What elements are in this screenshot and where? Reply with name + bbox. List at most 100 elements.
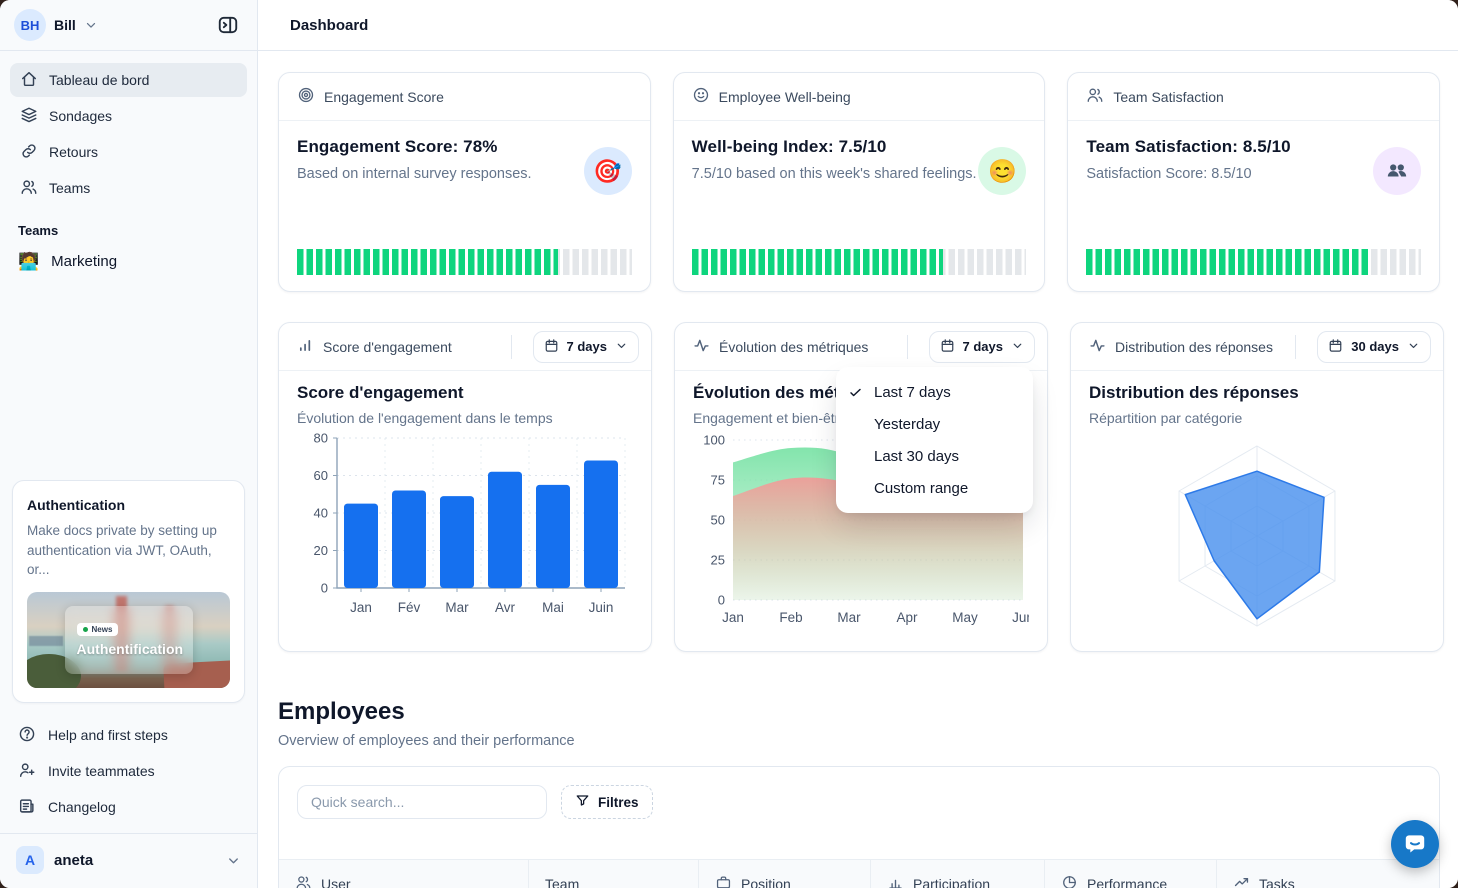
- stat-cards-row: Engagement Score Engagement Score: 78% B…: [278, 72, 1440, 292]
- chart-subtitle: Évolution de l'engagement dans le temps: [297, 410, 633, 426]
- users-icon: [20, 178, 38, 199]
- stat-subtitle: Satisfaction Score: 8.5/10: [1086, 166, 1421, 182]
- range-selector-button[interactable]: 7 days: [929, 331, 1035, 363]
- card-body: Engagement Score: 78% Based on internal …: [279, 121, 650, 291]
- progress-bar: [297, 249, 632, 275]
- card-header-label: Distribution des réponses: [1115, 339, 1273, 355]
- smile-emoji-badge: 😊: [978, 147, 1026, 195]
- menu-item-last-7-days[interactable]: Last 7 days: [836, 376, 1033, 408]
- filters-button[interactable]: Filtres: [561, 785, 653, 819]
- svg-text:25: 25: [711, 553, 725, 568]
- card-body: Team Satisfaction: 8.5/10 Satisfaction S…: [1068, 121, 1439, 291]
- sidebar-item-surveys[interactable]: Sondages: [10, 99, 247, 133]
- check-icon: [848, 385, 874, 400]
- card-body: Distribution des réponses Répartition pa…: [1071, 371, 1443, 640]
- svg-text:Juin: Juin: [589, 600, 614, 615]
- column-header-user: User: [279, 860, 529, 888]
- divider: [1295, 335, 1296, 359]
- chat-widget-button[interactable]: [1391, 820, 1439, 868]
- home-icon: [20, 70, 38, 91]
- column-header-position: Position: [699, 860, 871, 888]
- workspace-avatar: BH: [14, 9, 46, 41]
- sidebar-link-label: Invite teammates: [48, 763, 155, 779]
- search-input[interactable]: [297, 785, 547, 819]
- technologist-emoji-icon: 🧑‍💻: [18, 253, 39, 270]
- trending-up-icon: [1233, 874, 1250, 888]
- svg-text:60: 60: [314, 468, 328, 483]
- card-header: Employee Well-being: [674, 73, 1045, 121]
- stat-subtitle: Based on internal survey responses.: [297, 166, 632, 182]
- sidebar-item-label: Sondages: [49, 108, 112, 124]
- card-header: Distribution des réponses 30 days: [1071, 323, 1443, 371]
- sidebar-item-label: Retours: [49, 144, 98, 160]
- link-icon: [20, 142, 38, 163]
- svg-text:Mai: Mai: [542, 600, 564, 615]
- svg-text:0: 0: [718, 593, 725, 608]
- app-window: BH Bill Tableau de bord Sondages Retours: [0, 0, 1458, 888]
- svg-text:Jun: Jun: [1012, 610, 1029, 625]
- range-dropdown-menu: Last 7 days Yesterday Last 30 days Custo…: [836, 367, 1033, 513]
- range-selector-button[interactable]: 7 days: [533, 331, 639, 363]
- menu-item-last-30-days[interactable]: Last 30 days: [836, 440, 1033, 472]
- svg-text:100: 100: [703, 433, 725, 448]
- topbar: Dashboard: [258, 0, 1458, 51]
- chat-bubble-icon: [1402, 831, 1428, 857]
- chevron-down-icon: [84, 18, 98, 32]
- promo-image-title: Authentification: [77, 641, 181, 657]
- collapse-sidebar-icon[interactable]: [213, 10, 243, 40]
- sidebar-item-dashboard[interactable]: Tableau de bord: [10, 63, 247, 97]
- stat-title: Well-being Index: 7.5/10: [692, 137, 1027, 157]
- sidebar-item-changelog[interactable]: Changelog: [0, 789, 257, 825]
- sidebar-link-label: Help and first steps: [48, 727, 168, 743]
- metrics-evolution-card: Évolution des métriques 7 days Évolution…: [674, 322, 1048, 652]
- table-header-row: User Team Position Participation: [279, 859, 1439, 888]
- sidebar-item-feedback[interactable]: Retours: [10, 135, 247, 169]
- svg-text:75: 75: [711, 473, 725, 488]
- promo-body: Make docs private by setting up authenti…: [27, 521, 230, 580]
- progress-fill: [297, 249, 558, 275]
- chart-cards-row: Score d'engagement 7 days Score d'engage…: [278, 322, 1440, 652]
- stat-title: Team Satisfaction: 8.5/10: [1086, 137, 1421, 157]
- divider: [907, 335, 908, 359]
- calendar-icon: [544, 338, 559, 356]
- sidebar-item-label: Teams: [49, 180, 90, 196]
- menu-item-yesterday[interactable]: Yesterday: [836, 408, 1033, 440]
- employees-title: Employees: [278, 698, 1440, 726]
- sidebar-item-teams[interactable]: Teams: [10, 171, 247, 205]
- workspace-switcher[interactable]: BH Bill: [0, 0, 257, 50]
- stat-subtitle: 7.5/10 based on this week's shared feeli…: [692, 166, 1027, 182]
- sidebar-link-label: Changelog: [48, 799, 116, 815]
- sidebar-item-label: Tableau de bord: [49, 72, 149, 88]
- column-header-performance: Performance: [1045, 860, 1217, 888]
- users-icon: [1086, 86, 1104, 107]
- menu-item-custom-range[interactable]: Custom range: [836, 472, 1033, 504]
- svg-text:Apr: Apr: [896, 610, 918, 625]
- svg-text:Jan: Jan: [350, 600, 372, 615]
- city-skyline-shape: [29, 636, 63, 646]
- progress-bar: [1086, 249, 1421, 275]
- briefcase-icon: [715, 874, 732, 888]
- range-selector-button[interactable]: 30 days: [1317, 331, 1431, 363]
- target-emoji-badge: 🎯: [584, 147, 632, 195]
- promo-image[interactable]: News Authentification: [27, 592, 230, 688]
- page-title: Dashboard: [290, 17, 368, 34]
- calendar-icon: [940, 338, 955, 356]
- card-header: Score d'engagement 7 days: [279, 323, 651, 371]
- workspace-name: Bill: [54, 17, 76, 33]
- svg-text:50: 50: [711, 513, 725, 528]
- svg-text:20: 20: [314, 543, 328, 558]
- activity-icon: [1089, 337, 1106, 357]
- chevron-down-icon: [615, 339, 628, 355]
- chart-title: Score d'engagement: [297, 383, 633, 403]
- sidebar-item-help[interactable]: Help and first steps: [0, 717, 257, 753]
- sidebar-item-invite[interactable]: Invite teammates: [0, 753, 257, 789]
- sidebar-nav: Tableau de bord Sondages Retours Teams: [0, 51, 257, 207]
- sidebar-item-marketing[interactable]: 🧑‍💻 Marketing: [0, 246, 257, 277]
- user-menu[interactable]: A aneta: [0, 834, 257, 888]
- svg-text:May: May: [952, 610, 978, 625]
- stat-title: Engagement Score: 78%: [297, 137, 632, 157]
- sidebar-section-teams: Teams: [0, 207, 257, 246]
- employees-subtitle: Overview of employees and their performa…: [278, 733, 1440, 749]
- svg-text:Mar: Mar: [445, 600, 469, 615]
- svg-text:80: 80: [314, 431, 328, 446]
